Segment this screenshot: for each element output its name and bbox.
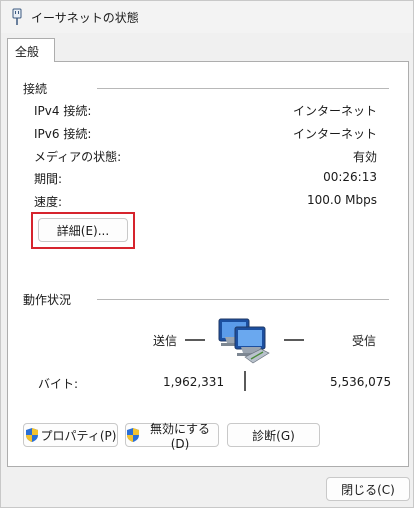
received-dash bbox=[284, 339, 304, 341]
bytes-sent-value: 1,962,331 bbox=[163, 375, 225, 389]
ipv4-label: IPv4 接続: bbox=[34, 104, 92, 118]
connection-group-divider bbox=[97, 88, 389, 89]
properties-button-label: プロパティ(P) bbox=[40, 428, 117, 443]
bytes-label: バイト: bbox=[38, 377, 79, 391]
tab-general[interactable]: 全般 bbox=[7, 38, 55, 62]
close-button[interactable]: 閉じる(C) bbox=[326, 477, 410, 501]
media-state-label: メディアの状態: bbox=[34, 150, 122, 164]
ipv6-label: IPv6 接続: bbox=[34, 127, 92, 141]
duration-value: 00:26:13 bbox=[323, 170, 377, 184]
received-label: 受信 bbox=[352, 334, 377, 348]
details-button[interactable]: 詳細(E)... bbox=[38, 218, 128, 242]
duration-label: 期間: bbox=[34, 172, 63, 186]
ethernet-plug-icon bbox=[12, 8, 22, 25]
speed-value: 100.0 Mbps bbox=[306, 193, 377, 207]
window-title: イーサネットの状態 bbox=[31, 11, 139, 25]
uac-shield-icon bbox=[127, 428, 139, 442]
activity-group-divider bbox=[97, 299, 389, 300]
diagnose-button[interactable]: 診断(G) bbox=[227, 423, 320, 447]
speed-label: 速度: bbox=[34, 195, 63, 209]
network-computers-icon bbox=[218, 318, 270, 364]
connection-group-label: 接続 bbox=[23, 80, 54, 97]
uac-shield-icon bbox=[25, 428, 38, 442]
ipv6-value: インターネット bbox=[292, 127, 377, 141]
activity-divider bbox=[244, 371, 246, 391]
tab-panel bbox=[7, 61, 409, 467]
title-bar[interactable]: イーサネットの状態 bbox=[1, 1, 413, 33]
sent-label: 送信 bbox=[153, 334, 178, 348]
properties-button[interactable]: プロパティ(P) bbox=[23, 423, 118, 447]
ipv4-value: インターネット bbox=[292, 104, 377, 118]
bytes-received-value: 5,536,075 bbox=[330, 375, 392, 389]
sent-dash bbox=[185, 339, 205, 341]
media-state-value: 有効 bbox=[352, 150, 377, 164]
activity-group-label: 動作状況 bbox=[23, 291, 78, 308]
disable-button-label: 無効にする(D) bbox=[149, 421, 211, 451]
disable-button[interactable]: 無効にする(D) bbox=[125, 422, 219, 451]
status-dialog: イーサネットの状態 全般 接続 IPv4 接続: インターネット IPv6 接続… bbox=[0, 0, 414, 508]
